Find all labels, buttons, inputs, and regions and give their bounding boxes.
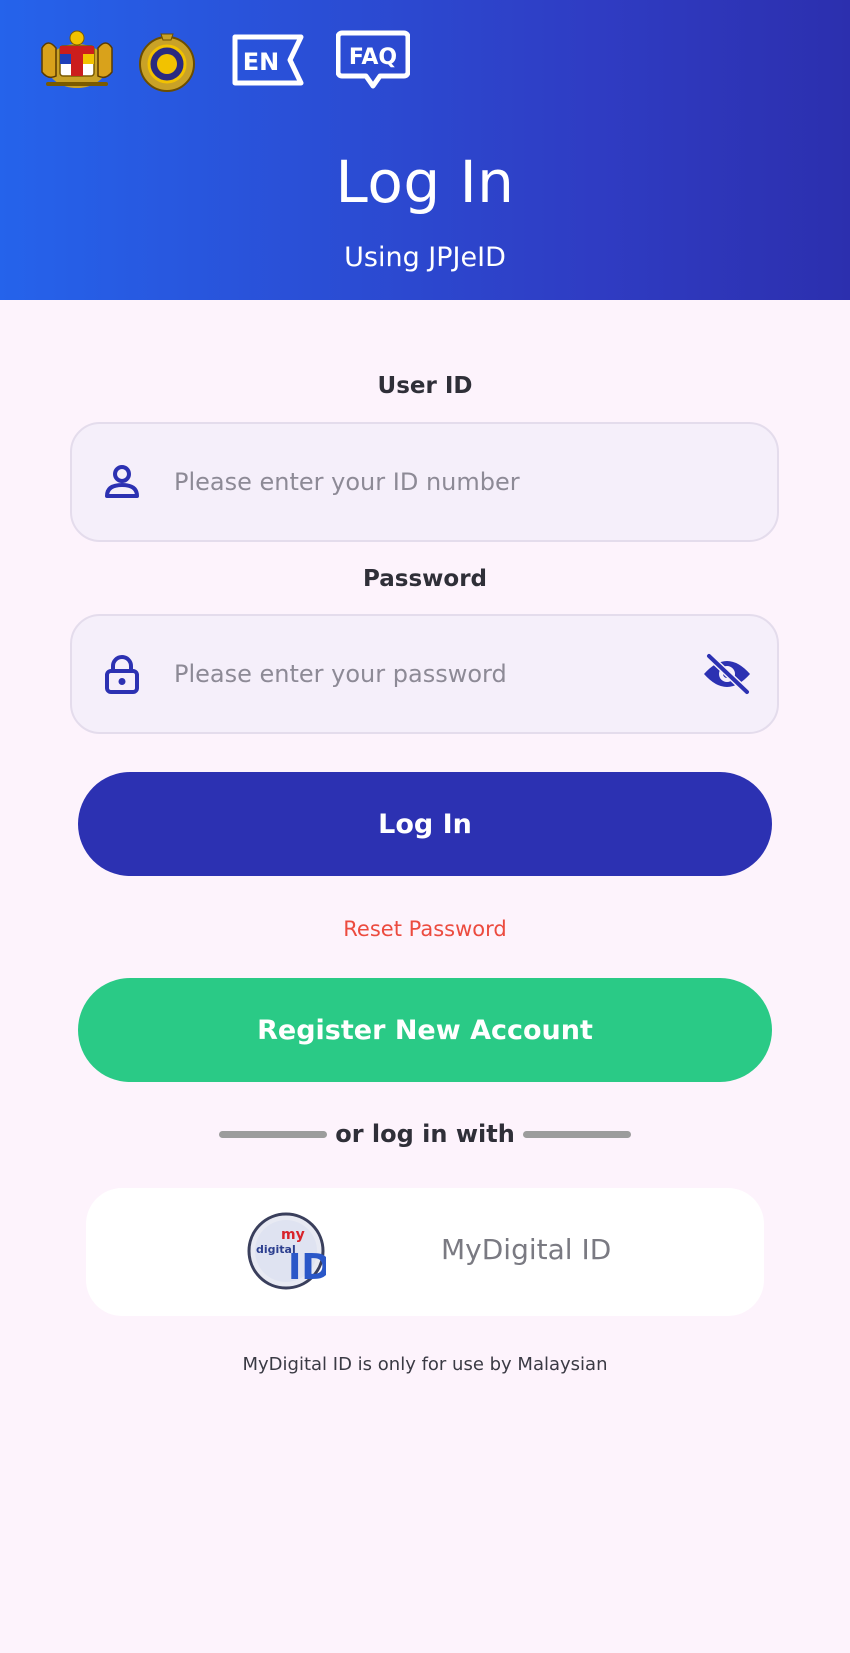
top-icon-bar: EN FAQ — [34, 28, 410, 92]
lock-icon — [105, 655, 139, 694]
register-button[interactable]: Register New Account — [78, 978, 772, 1082]
jpj-logo-icon — [139, 33, 195, 92]
faq-label: FAQ — [349, 45, 397, 70]
alt-login-divider: or log in with — [0, 1120, 850, 1148]
login-button[interactable]: Log In — [78, 772, 772, 876]
header-banner: EN FAQ Log In Using JPJeID — [0, 0, 850, 300]
faq-icon[interactable]: FAQ — [336, 30, 410, 90]
user-id-label: User ID — [377, 373, 473, 399]
mydigital-id-logo-icon: my digital ID — [247, 1212, 326, 1290]
logo-text-my: my — [281, 1227, 305, 1243]
user-id-field[interactable] — [70, 422, 779, 542]
mydigital-id-label: MyDigital ID — [441, 1233, 612, 1266]
user-id-input[interactable] — [174, 452, 777, 512]
mydigital-footnote: MyDigital ID is only for use by Malaysia… — [242, 1354, 608, 1375]
reset-password-link[interactable]: Reset Password — [0, 917, 850, 941]
divider-line-right — [522, 1130, 631, 1138]
language-label: EN — [243, 48, 279, 76]
divider-text: or log in with — [335, 1120, 515, 1148]
page-title: Log In — [335, 148, 515, 216]
password-field[interactable] — [70, 614, 779, 734]
page-subtitle: Using JPJeID — [344, 242, 506, 273]
malaysia-coat-of-arms-icon — [41, 30, 113, 88]
user-icon — [105, 465, 139, 498]
mydigital-id-button[interactable]: my digital ID MyDigital ID — [86, 1188, 764, 1316]
divider-line-left — [219, 1130, 328, 1138]
eye-off-icon[interactable] — [701, 652, 753, 696]
logo-text-id: ID — [288, 1247, 326, 1288]
password-label: Password — [363, 566, 487, 592]
language-toggle-icon[interactable]: EN — [232, 34, 304, 86]
password-input[interactable] — [174, 644, 701, 704]
